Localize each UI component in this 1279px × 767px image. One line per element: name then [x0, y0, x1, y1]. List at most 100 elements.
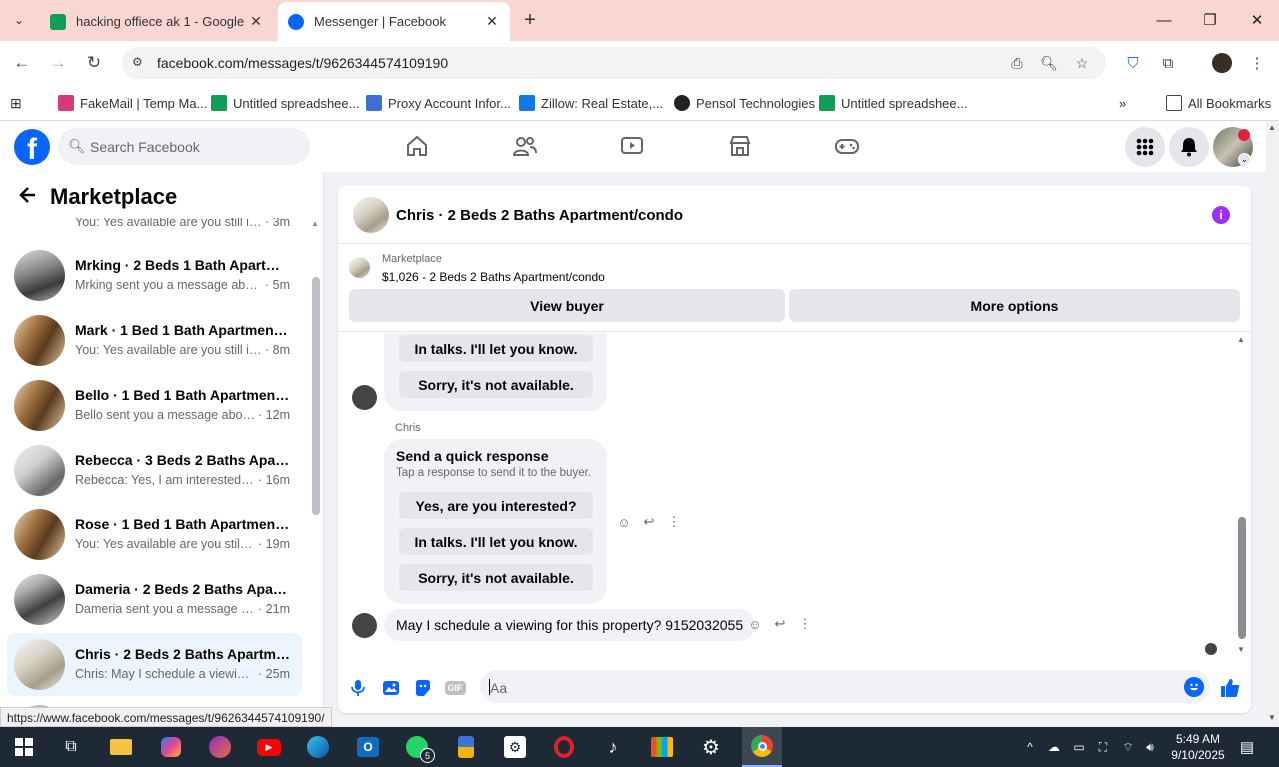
conversation-item[interactable]: Rebecca · 3 Beds 2 Baths Apart... Rebecc… [7, 439, 302, 502]
new-tab-button[interactable]: + [518, 8, 542, 32]
quick-response-option[interactable]: Yes, are you interested? [399, 492, 593, 519]
bookmark-spreadsheet-1[interactable]: Untitled spreadshee... [211, 93, 359, 113]
more-actions-icon[interactable]: ⋮ [665, 513, 683, 531]
marketplace-nav-icon[interactable] [721, 131, 759, 161]
close-window-button[interactable]: ✕ [1244, 8, 1270, 32]
chat-scroll-down-icon[interactable]: ▼ [1237, 645, 1245, 654]
browser-menu-icon[interactable]: ⋮ [1245, 51, 1269, 75]
gif-icon[interactable]: GIF [444, 678, 466, 698]
url-text[interactable]: facebook.com/messages/t/9626344574109190 [157, 55, 448, 71]
back-button[interactable]: ← [10, 51, 34, 75]
close-tab-icon[interactable]: ✕ [248, 13, 264, 30]
quick-response-option[interactable]: In talks. I'll let you know. [399, 335, 593, 362]
notification-center-icon[interactable]: ▤ [1238, 738, 1256, 756]
gaming-nav-icon[interactable] [828, 131, 866, 161]
quick-response-option[interactable]: In talks. I'll let you know. [399, 528, 593, 555]
copilot-icon[interactable] [157, 733, 185, 761]
bookmark-fakemail[interactable]: FakeMail | Temp Ma... [58, 93, 207, 113]
reply-icon[interactable]: ↩ [640, 513, 658, 531]
app-icon-orb[interactable] [206, 733, 234, 761]
all-bookmarks[interactable]: All Bookmarks [1166, 93, 1271, 113]
close-tab-icon[interactable]: ✕ [484, 13, 500, 30]
info-icon[interactable]: i [1212, 206, 1230, 224]
message-input[interactable]: Aa [480, 670, 1210, 703]
account-chevron-icon[interactable]: ⌄ [1238, 153, 1251, 166]
volume-icon[interactable]: 🔊︎ [1141, 738, 1159, 756]
facebook-logo[interactable]: f [14, 129, 50, 165]
task-view-icon[interactable]: ⧉ [57, 733, 85, 761]
app-icon-gear-box[interactable]: ⚙ [501, 733, 529, 761]
conversation-item[interactable]: Mrking · 2 Beds 1 Bath Apartme... Mrking… [7, 244, 302, 307]
thumbs-up-icon[interactable] [1220, 678, 1240, 698]
bookmark-pensol[interactable]: Pensol Technologies [674, 93, 815, 113]
react-emoji-icon[interactable]: ☺ [746, 615, 764, 633]
file-explorer-icon[interactable] [107, 733, 135, 761]
sidebar-scrollbar[interactable] [312, 277, 320, 515]
extensions-puzzle-icon[interactable]: ⧉ [1156, 51, 1180, 75]
bookmark-zillow[interactable]: Zillow: Real Estate,... [519, 93, 663, 113]
chat-title[interactable]: Chris · 2 Beds 2 Baths Apartment/condo [396, 207, 683, 224]
minimize-button[interactable]: — [1151, 8, 1177, 32]
profile-avatar[interactable] [1210, 51, 1234, 75]
bookmark-spreadsheet-2[interactable]: Untitled spreadshee... [819, 93, 967, 113]
chat-scrollbar[interactable] [1238, 517, 1246, 639]
microsoft-store-icon[interactable] [648, 733, 676, 761]
more-options-button[interactable]: More options [789, 289, 1240, 322]
more-bookmarks-chevron-icon[interactable]: » [1119, 93, 1126, 113]
install-app-icon[interactable]: ⎙ [1007, 54, 1027, 72]
tab-google-slides[interactable]: hacking offiece ak 1 - Google Sl ✕ [40, 2, 274, 41]
photo-icon[interactable] [381, 678, 401, 698]
taskbar-clock[interactable]: 5:49 AM 9/10/2025 [1160, 731, 1236, 763]
conversation-item[interactable]: Bello · 1 Bed 1 Bath Apartment/c... Bell… [7, 374, 302, 437]
battery-icon[interactable]: ▭ [1070, 738, 1088, 756]
chat-avatar[interactable] [353, 197, 389, 233]
omnibox[interactable]: ⚙ facebook.com/messages/t/96263445741091… [122, 47, 1106, 79]
friends-nav-icon[interactable] [506, 131, 544, 161]
onedrive-icon[interactable]: ☁ [1045, 738, 1063, 756]
menu-grid-button[interactable] [1125, 127, 1165, 167]
chrome-icon[interactable] [742, 727, 782, 767]
conversation-item-selected[interactable]: Chris · 2 Beds 2 Baths Apartmen... Chris… [7, 633, 302, 696]
notifications-bell-button[interactable] [1169, 127, 1209, 167]
reload-button[interactable]: ↻ [82, 51, 106, 75]
facebook-search[interactable]: 🔍︎ Search Facebook [58, 128, 310, 165]
back-arrow-icon[interactable] [18, 185, 38, 205]
tiktok-icon[interactable]: ♪ [599, 733, 627, 761]
sticker-icon[interactable] [413, 678, 433, 698]
view-buyer-button[interactable]: View buyer [349, 289, 785, 322]
wifi-icon[interactable]: ⌔ [1119, 738, 1137, 756]
page-scroll-down-icon[interactable]: ▼ [1268, 713, 1276, 722]
medal-app-icon[interactable] [452, 733, 480, 761]
tray-app-icon[interactable]: ⛶ [1094, 738, 1112, 756]
more-actions-icon[interactable]: ⋮ [796, 615, 814, 633]
shield-extension-icon[interactable]: ⛉ [1121, 51, 1145, 75]
restore-button[interactable]: ❐ [1197, 8, 1223, 32]
conversation-item[interactable]: Dameria · 2 Beds 2 Baths Apart... Dameri… [7, 568, 302, 631]
conversation-item[interactable]: Mark · 1 Bed 1 Bath Apartment/... You: Y… [7, 309, 302, 372]
emoji-icon[interactable] [1184, 677, 1204, 697]
tray-chevron-icon[interactable]: ^ [1021, 738, 1039, 756]
video-nav-icon[interactable] [613, 131, 651, 161]
message-bubble[interactable]: May I schedule a viewing for this proper… [384, 609, 756, 641]
edge-icon[interactable] [304, 733, 332, 761]
forward-button[interactable]: → [46, 51, 70, 75]
react-emoji-icon[interactable]: ☺ [615, 513, 633, 531]
quick-response-option[interactable]: Sorry, it's not available. [399, 564, 593, 591]
youtube-icon[interactable]: ▶ [255, 733, 283, 761]
apps-grid-icon[interactable]: ⊞ [10, 93, 22, 113]
bookmark-star-icon[interactable]: ☆ [1072, 54, 1092, 72]
opera-icon[interactable] [550, 733, 578, 761]
microphone-icon[interactable] [348, 678, 368, 698]
home-nav-icon[interactable] [398, 131, 436, 161]
page-scrollbar[interactable]: ▲ ▼ [1266, 121, 1279, 727]
quick-response-option[interactable]: Sorry, it's not available. [399, 371, 593, 398]
reply-icon[interactable]: ↩ [771, 615, 789, 633]
tab-search-chevron-icon[interactable]: ⌄ [8, 9, 30, 31]
settings-icon[interactable]: ⚙ [697, 733, 725, 761]
zoom-icon[interactable]: 🔍︎ [1039, 54, 1059, 72]
tab-messenger[interactable]: Messenger | Facebook ✕ [278, 2, 510, 41]
outlook-icon[interactable]: O [354, 733, 382, 761]
site-info-icon[interactable]: ⚙ [132, 55, 148, 71]
chat-scroll-up-icon[interactable]: ▲ [1237, 335, 1245, 344]
start-windows-icon[interactable] [10, 733, 38, 761]
